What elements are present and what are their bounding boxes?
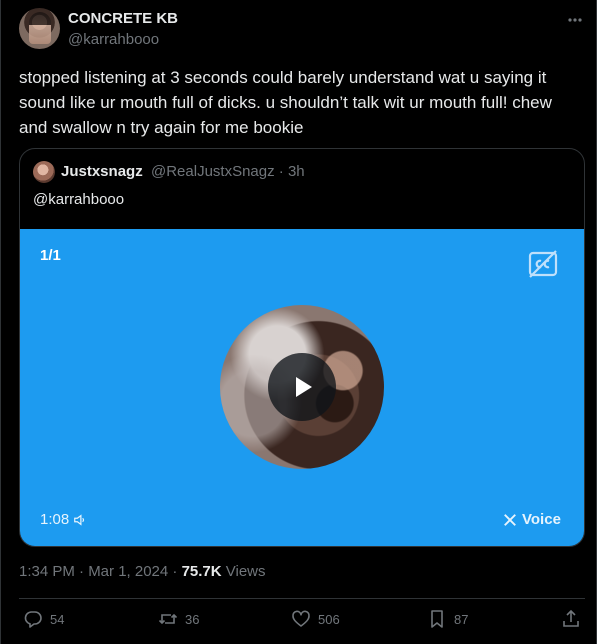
repost-button[interactable]: 36: [158, 609, 199, 629]
reply-count: 54: [50, 611, 65, 627]
timestamp[interactable]: 1:34 PM · Mar 1, 2024 ·: [19, 563, 182, 580]
author-handle[interactable]: @karrahbooo: [68, 31, 159, 48]
like-count: 506: [318, 611, 340, 627]
voice-media[interactable]: 1/1 1:08 Voice: [20, 229, 584, 546]
quote-display-name[interactable]: Justxsnagz: [61, 163, 143, 180]
views-label: Views: [221, 563, 266, 580]
repost-count: 36: [185, 611, 200, 627]
voice-badge: Voice: [503, 511, 561, 528]
play-button[interactable]: [268, 353, 336, 421]
like-icon: [292, 610, 310, 627]
media-duration: 1:08: [40, 511, 87, 528]
reply-icon: [24, 611, 42, 628]
play-icon: [296, 377, 312, 397]
like-button[interactable]: 506: [291, 609, 340, 629]
share-icon: [563, 609, 579, 627]
bookmark-icon: [431, 610, 443, 628]
media-counter: 1/1: [40, 247, 61, 264]
duration-text: 1:08: [40, 511, 70, 528]
action-bar: 54 36 506 87: [1, 609, 597, 637]
repost-icon: [158, 613, 178, 625]
tweet-card[interactable]: CONCRETE KB @karrahbooo stopped listenin…: [0, 0, 597, 644]
x-logo-icon: [504, 513, 516, 526]
quote-text[interactable]: @karrahbooo: [33, 191, 124, 208]
speaker-icon[interactable]: [73, 513, 87, 527]
avatar[interactable]: [19, 8, 60, 49]
voice-label: Voice: [522, 511, 561, 528]
quoted-tweet[interactable]: Justxsnagz @RealJustxSnagz · 3h @karrahb…: [19, 148, 585, 547]
tweet-text: stopped listening at 3 seconds could bar…: [19, 68, 557, 137]
cc-icon[interactable]: [526, 247, 560, 281]
quote-handle-time: @RealJustxSnagz · 3h: [151, 163, 305, 180]
share-button[interactable]: [561, 609, 581, 629]
bookmark-button[interactable]: 87: [427, 609, 468, 629]
views-count[interactable]: 75.7K: [182, 563, 222, 580]
reply-button[interactable]: 54: [23, 609, 64, 629]
quote-avatar[interactable]: [33, 161, 55, 183]
more-icon[interactable]: [567, 12, 583, 28]
divider: [19, 598, 585, 599]
bookmark-count: 87: [454, 611, 469, 627]
author-display-name[interactable]: CONCRETE KB: [68, 10, 178, 27]
tweet-meta: 1:34 PM · Mar 1, 2024 · 75.7K Views: [19, 563, 266, 580]
